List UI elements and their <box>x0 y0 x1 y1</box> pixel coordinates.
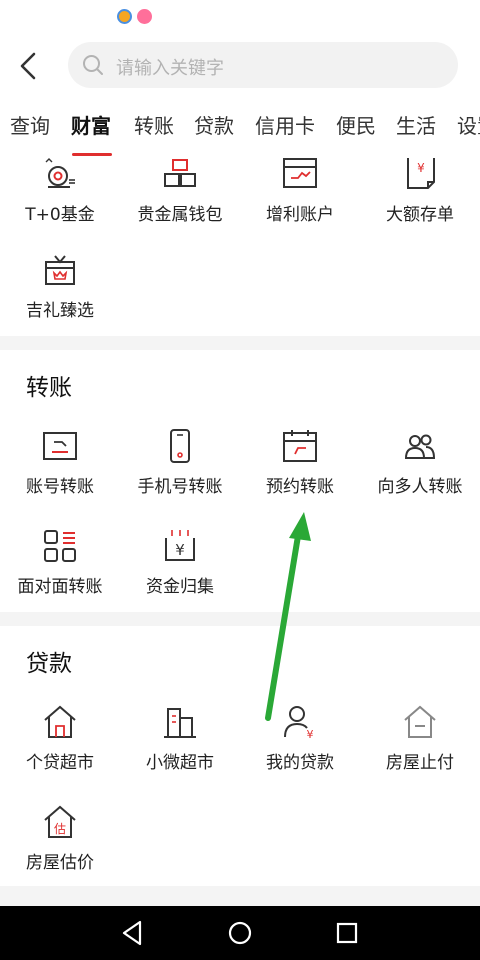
house-icon <box>44 705 76 738</box>
loan-item-small-business[interactable]: 小微超市 <box>120 704 240 784</box>
wealth-item-precious-metal[interactable]: 贵金属钱包 <box>120 156 240 236</box>
search-icon <box>83 55 103 75</box>
gold-bars-icon <box>164 159 196 187</box>
transfer-item-face-to-face[interactable]: 面对面转账 <box>0 528 120 608</box>
item-label: 资金归集 <box>146 577 214 597</box>
section-divider <box>0 612 480 626</box>
tab-transfer[interactable]: 转账 <box>134 110 174 139</box>
loan-item-personal-market[interactable]: 个贷超市 <box>0 704 120 784</box>
tab-life[interactable]: 生活 <box>396 110 436 139</box>
section-divider <box>0 336 480 350</box>
phone-icon <box>170 429 190 463</box>
back-arrow-icon[interactable] <box>10 48 46 84</box>
item-label: 预约转账 <box>266 477 334 497</box>
item-label: 我的贷款 <box>266 753 334 773</box>
people-icon <box>404 434 436 459</box>
user-yuan-icon: ¥ <box>284 706 314 740</box>
transfer-item-fund-collection[interactable]: ¥ 资金归集 <box>120 528 240 608</box>
wealth-item-t0-fund[interactable]: T+0基金 <box>0 156 120 236</box>
item-label: 房屋止付 <box>386 753 454 773</box>
search-input[interactable]: 请输入关键字 <box>68 42 458 88</box>
wealth-item-plus-account[interactable]: 增利账户 <box>240 156 360 236</box>
tab-wealth[interactable]: 财富 <box>71 110 111 139</box>
transfer-item-scheduled[interactable]: 预约转账 <box>240 428 360 508</box>
loan-item-my-loans[interactable]: ¥ 我的贷款 <box>240 704 360 784</box>
notification-icon <box>137 9 152 24</box>
item-label: 账号转账 <box>26 477 94 497</box>
svg-text:¥: ¥ <box>175 541 185 559</box>
yuan-collect-icon: ¥ <box>165 530 195 561</box>
house-stop-icon <box>404 705 436 738</box>
nav-home-icon[interactable] <box>225 918 255 948</box>
item-label: 增利账户 <box>266 205 334 225</box>
section-divider <box>0 886 480 906</box>
tab-loan[interactable]: 贷款 <box>194 110 234 139</box>
item-label: 向多人转账 <box>377 477 463 497</box>
status-bar <box>0 0 480 34</box>
transfer-item-phone[interactable]: 手机号转账 <box>120 428 240 508</box>
calendar-icon <box>283 430 317 462</box>
item-label: 面对面转账 <box>17 577 103 597</box>
buildings-icon <box>164 708 196 738</box>
chart-card-icon <box>283 158 317 188</box>
item-label: 小微超市 <box>146 753 214 773</box>
deposit-receipt-icon: ¥ <box>407 158 435 189</box>
transfer-item-multi-person[interactable]: 向多人转账 <box>360 428 480 508</box>
qr-code-icon <box>44 530 76 562</box>
item-label: 房屋估价 <box>26 853 94 873</box>
transfer-item-account[interactable]: 账号转账 <box>0 428 120 508</box>
svg-text:估: 估 <box>54 822 66 836</box>
category-tabs: 查询 财富 转账 贷款 信用卡 便民 生活 设置 <box>0 98 480 154</box>
svg-text:¥: ¥ <box>307 728 314 740</box>
top-bar: 请输入关键字 <box>0 34 480 98</box>
system-nav-bar <box>0 906 480 960</box>
item-label: 手机号转账 <box>137 477 223 497</box>
tab-convenience[interactable]: 便民 <box>336 110 376 139</box>
svg-text:¥: ¥ <box>417 161 425 175</box>
item-label: T+0基金 <box>25 205 95 225</box>
loan-item-house-estimate[interactable]: 估 房屋估价 <box>0 804 120 884</box>
item-label: 大额存单 <box>386 205 454 225</box>
item-label: 个贷超市 <box>26 753 94 773</box>
wealth-item-gift-selection[interactable]: 吉礼臻选 <box>0 252 120 332</box>
nav-back-icon[interactable] <box>118 918 148 948</box>
fund-icon <box>45 158 75 188</box>
item-label: 贵金属钱包 <box>137 205 223 225</box>
gift-box-icon <box>45 255 75 285</box>
card-transfer-icon <box>43 432 77 460</box>
tab-query[interactable]: 查询 <box>10 110 50 139</box>
loan-item-house-stop-pay[interactable]: 房屋止付 <box>360 704 480 784</box>
house-estimate-icon: 估 <box>44 805 76 838</box>
notification-icon <box>117 9 132 24</box>
item-label: 吉礼臻选 <box>26 301 94 321</box>
wealth-item-large-deposit[interactable]: ¥ 大额存单 <box>360 156 480 236</box>
transfer-section: 转账 账号转账 手机号转账 预约转账 向多人转账 面对面转账 ¥ 资金归集 <box>0 350 480 612</box>
search-placeholder: 请输入关键字 <box>116 58 224 79</box>
wealth-section: T+0基金 贵金属钱包 增利账户 ¥ 大额存单 吉礼臻选 <box>0 156 480 336</box>
tab-settings[interactable]: 设置 <box>457 110 480 139</box>
section-title: 贷款 <box>26 651 72 677</box>
tab-credit-card[interactable]: 信用卡 <box>255 110 315 139</box>
loan-section: 贷款 个贷超市 小微超市 ¥ 我的贷款 房屋止付 估 房屋估价 <box>0 626 480 886</box>
nav-recents-icon[interactable] <box>332 918 362 948</box>
section-title: 转账 <box>26 375 72 401</box>
